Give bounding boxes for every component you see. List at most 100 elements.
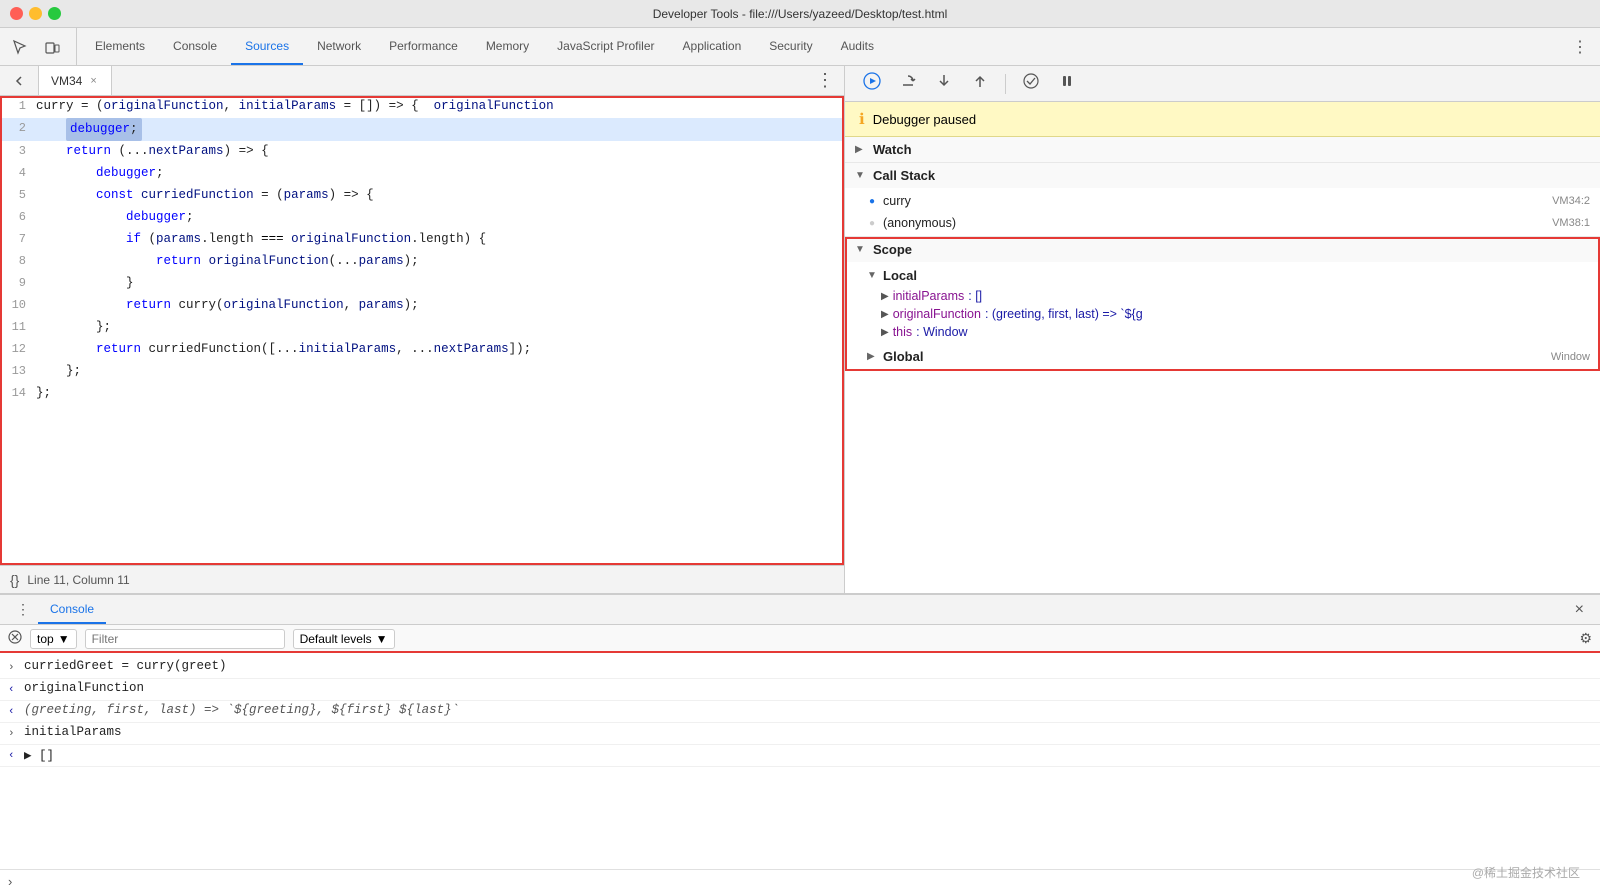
file-tab-nav-icons — [0, 66, 39, 95]
bottom-area: ⋮ Console × top ▼ Default levels ▼ — [0, 593, 1600, 893]
code-line-14: 14 }; — [0, 383, 844, 405]
context-dropdown-icon: ▼ — [58, 632, 70, 646]
console-input-row: › — [0, 869, 1600, 893]
console-text-2: originalFunction — [24, 681, 1592, 695]
console-row-5: ‹ ▶ [] — [0, 745, 1600, 767]
callstack-item-curry[interactable]: ● curry VM34:2 — [845, 190, 1600, 212]
console-row-3: ‹ (greeting, first, last) => `${greeting… — [0, 701, 1600, 723]
tab-elements[interactable]: Elements — [81, 28, 159, 65]
global-toggle-icon: ▶ — [867, 351, 879, 362]
scope-item-key-2: originalFunction — [893, 307, 981, 321]
default-levels-selector[interactable]: Default levels ▼ — [293, 629, 395, 649]
code-line-11: 11 }; — [0, 317, 844, 339]
callstack-section: ▼ Call Stack ● curry VM34:2 ● (anon — [845, 163, 1600, 237]
select-element-button[interactable] — [8, 35, 32, 59]
watch-header[interactable]: ▶ Watch — [845, 137, 1600, 162]
status-bar: {} Line 11, Column 11 — [0, 565, 844, 593]
console-arrow-3: ‹ — [8, 703, 24, 718]
console-tab-console[interactable]: Console — [38, 595, 106, 624]
tab-memory[interactable]: Memory — [472, 28, 543, 65]
scope-item-this[interactable]: ▶ this : Window — [881, 323, 1600, 341]
tab-network[interactable]: Network — [303, 28, 375, 65]
paused-info-icon: ℹ — [859, 110, 865, 128]
clear-console-button[interactable] — [8, 630, 22, 647]
tab-security[interactable]: Security — [755, 28, 826, 65]
callstack-body: ● curry VM34:2 ● (anonymous) VM38:1 — [845, 188, 1600, 236]
debugger-paused-banner: ℹ Debugger paused — [845, 102, 1600, 137]
scope-global-header[interactable]: ▶ Global Window — [857, 345, 1600, 368]
more-tabs-button[interactable]: ⋮ — [1560, 28, 1600, 65]
console-toolbar: top ▼ Default levels ▼ ⚙ — [0, 625, 1600, 653]
code-line-13: 13 }; — [0, 361, 844, 383]
callstack-title: Call Stack — [873, 168, 935, 183]
code-line-4: 4 debugger; — [0, 163, 844, 185]
local-items: ▶ initialParams : [] ▶ originalFunction … — [857, 287, 1600, 341]
scope-item-arrow-2: ▶ — [881, 307, 889, 320]
scope-local-header[interactable]: ▼ Local — [857, 264, 1600, 287]
tab-js-profiler[interactable]: JavaScript Profiler — [543, 28, 668, 65]
tab-audits[interactable]: Audits — [827, 28, 888, 65]
minimize-window-button[interactable] — [29, 7, 42, 20]
left-panel: VM34 × ⋮ 1 curry = (originalFunction, in… — [0, 66, 845, 593]
close-window-button[interactable] — [10, 7, 23, 20]
file-tabs: VM34 × ⋮ — [0, 66, 844, 96]
window-title: Developer Tools - file:///Users/yazeed/D… — [653, 7, 948, 21]
console-arrow-5: ‹ — [8, 747, 24, 762]
callstack-header[interactable]: ▼ Call Stack — [845, 163, 1600, 188]
code-line-12: 12 return curriedFunction([...initialPar… — [0, 339, 844, 361]
code-line-8: 8 return originalFunction(...params); — [0, 251, 844, 273]
scope-item-initialparams[interactable]: ▶ initialParams : [] — [881, 287, 1600, 305]
console-settings-button[interactable]: ⚙ — [1579, 630, 1592, 647]
edit-breakpoints-button[interactable] — [1016, 69, 1046, 98]
console-row-1: › curriedGreet = curry(greet) — [0, 657, 1600, 679]
scope-global-body: ▶ Global Window — [845, 343, 1600, 370]
code-line-1: 1 curry = (originalFunction, initialPara… — [0, 96, 844, 118]
status-bar-braces-icon: {} — [10, 572, 19, 588]
console-close-button[interactable]: × — [1567, 601, 1592, 619]
console-input[interactable] — [18, 875, 1592, 889]
debugger-toolbar — [845, 66, 1600, 102]
watch-toggle-icon: ▶ — [855, 144, 867, 155]
callstack-anonymous-loc: VM38:1 — [1552, 217, 1590, 229]
code-line-6: 6 debugger; — [0, 207, 844, 229]
tab-sources[interactable]: Sources — [231, 28, 303, 65]
code-line-3: 3 return (...nextParams) => { — [0, 141, 844, 163]
scope-item-originalfunction[interactable]: ▶ originalFunction : (greeting, first, l… — [881, 305, 1600, 323]
scope-item-value-1: : [] — [968, 289, 982, 303]
tab-console[interactable]: Console — [159, 28, 231, 65]
debugger-paused-text: Debugger paused — [873, 112, 976, 127]
console-more-icon[interactable]: ⋮ — [8, 601, 38, 618]
callstack-item-anonymous[interactable]: ● (anonymous) VM38:1 — [845, 212, 1600, 234]
tab-performance[interactable]: Performance — [375, 28, 472, 65]
file-tab-menu-button[interactable]: ⋮ — [806, 70, 844, 91]
code-line-7: 7 if (params.length === originalFunction… — [0, 229, 844, 251]
callstack-anonymous-name: (anonymous) — [883, 216, 1544, 230]
step-out-button[interactable] — [965, 69, 995, 98]
code-editor: 1 curry = (originalFunction, initialPara… — [0, 96, 844, 565]
tab-application[interactable]: Application — [669, 28, 756, 65]
top-nav: Elements Console Sources Network Perform… — [0, 28, 1600, 66]
file-tab-close-button[interactable]: × — [88, 74, 98, 88]
step-over-button[interactable] — [893, 69, 923, 98]
code-line-10: 10 return curry(originalFunction, params… — [0, 295, 844, 317]
code-line-9: 9 } — [0, 273, 844, 295]
go-back-button[interactable] — [8, 70, 30, 92]
file-tab-vm34[interactable]: VM34 × — [39, 66, 112, 95]
step-into-button[interactable] — [929, 69, 959, 98]
callstack-curry-name: curry — [883, 194, 1544, 208]
scope-title: Scope — [873, 242, 912, 257]
context-selector[interactable]: top ▼ — [30, 629, 77, 649]
maximize-window-button[interactable] — [48, 7, 61, 20]
console-output: › curriedGreet = curry(greet) ‹ original… — [0, 653, 1600, 869]
callstack-toggle-icon: ▼ — [855, 170, 867, 181]
local-title: Local — [883, 268, 917, 283]
device-toolbar-button[interactable] — [40, 35, 64, 59]
callstack-curry-loc: VM34:2 — [1552, 195, 1590, 207]
code-line-5: 5 const curriedFunction = (params) => { — [0, 185, 844, 207]
pause-on-exception-button[interactable] — [1052, 69, 1082, 98]
console-arrow-2: ‹ — [8, 681, 24, 696]
resume-button[interactable] — [857, 69, 887, 98]
console-filter-input[interactable] — [85, 629, 285, 649]
scope-header[interactable]: ▼ Scope — [845, 237, 1600, 262]
console-arrow-4: › — [8, 725, 24, 740]
